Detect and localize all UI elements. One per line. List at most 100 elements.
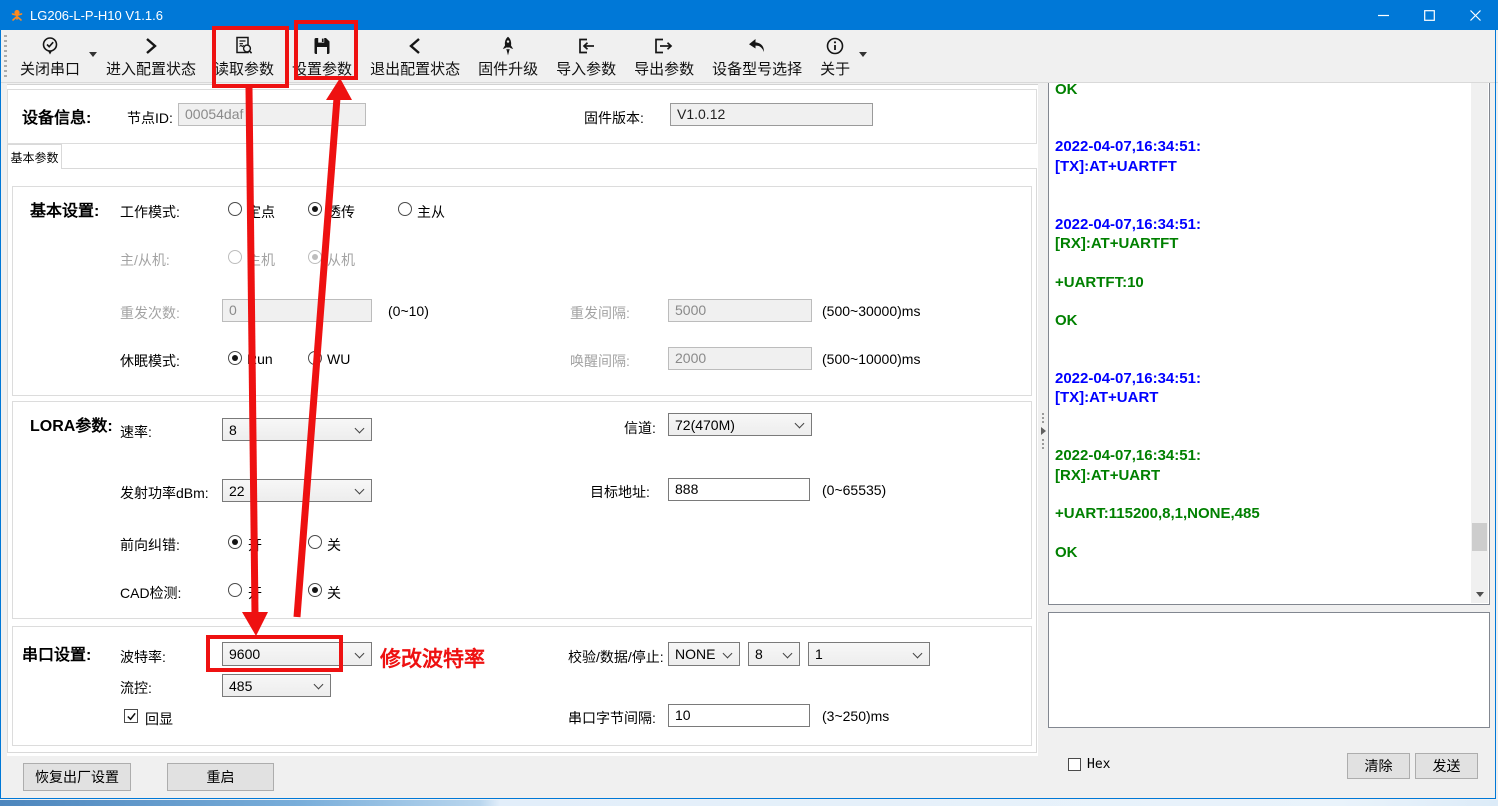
- write-params-icon: [312, 34, 332, 56]
- log-line: 2022-04-07,16:34:51:: [1055, 215, 1469, 234]
- node-id-field[interactable]: 00054daf: [178, 103, 366, 126]
- fec-label: 前向纠错:: [120, 535, 180, 555]
- chevron-down-icon: [795, 419, 805, 429]
- lora-params-title: LORA参数:: [30, 412, 113, 436]
- work-mode-radio-transparent[interactable]: [308, 202, 322, 216]
- toolbar-button-import-params[interactable]: 导入参数: [547, 30, 625, 81]
- close-button[interactable]: [1452, 0, 1498, 30]
- cad-option-label: 开: [248, 583, 262, 603]
- send-input[interactable]: [1048, 612, 1490, 728]
- toolbar-grip[interactable]: [4, 35, 7, 77]
- data-bits-select[interactable]: 8: [748, 642, 800, 666]
- log-scrollbar[interactable]: [1471, 37, 1488, 603]
- wake-interval-field[interactable]: 2000: [668, 347, 812, 370]
- basic-settings-title: 基本设置:: [30, 197, 99, 221]
- toolbar-button-device-model[interactable]: 设备型号选择: [703, 30, 811, 81]
- byte-interval-hint: (3~250)ms: [822, 708, 889, 724]
- master-slave-radio-master[interactable]: [228, 250, 242, 264]
- log-line: [1055, 253, 1469, 272]
- minimize-button[interactable]: [1360, 0, 1406, 30]
- log-line: 2022-04-07,16:34:51:: [1055, 446, 1469, 465]
- rate-select[interactable]: 8: [222, 418, 372, 441]
- check-icon: [126, 711, 137, 722]
- send-button[interactable]: 发送: [1415, 753, 1478, 779]
- work-mode-label: 工作模式:: [120, 202, 180, 222]
- collapse-arrow-icon: [1041, 427, 1046, 435]
- sleep-mode-label: 休眠模式:: [120, 351, 180, 371]
- fec-radio-off[interactable]: [308, 535, 322, 549]
- wake-interval-hint: (500~10000)ms: [822, 351, 920, 367]
- firmware-version-field[interactable]: V1.0.12: [670, 103, 873, 126]
- sleep-mode-radio-run[interactable]: [228, 351, 242, 365]
- resend-interval-field[interactable]: 5000: [668, 299, 812, 322]
- app-logo-icon: [9, 7, 25, 23]
- toolbar-label: 关闭串口: [20, 58, 80, 79]
- parity-select[interactable]: NONE: [668, 642, 740, 666]
- target-address-field[interactable]: 888: [668, 478, 810, 501]
- hex-checkbox[interactable]: [1068, 758, 1081, 771]
- resend-count-field[interactable]: 0: [222, 299, 372, 322]
- export-params-icon: [653, 34, 675, 56]
- port-status-icon: [40, 34, 60, 56]
- work-mode-option-label: 透传: [327, 202, 355, 222]
- factory-reset-button[interactable]: 恢复出厂设置: [23, 763, 131, 791]
- toolbar-button-firmware-upgrade[interactable]: 固件升级: [469, 30, 547, 81]
- cad-radio-on[interactable]: [228, 583, 242, 597]
- stop-bits-select[interactable]: 1: [808, 642, 930, 666]
- sleep-mode-option-label: WU: [327, 351, 350, 367]
- import-params-icon: [575, 34, 597, 56]
- toolbar-label: 设置参数: [292, 58, 352, 79]
- chevron-down-icon: [314, 680, 324, 690]
- hex-label: Hex: [1087, 757, 1110, 772]
- log-line: 2022-04-07,16:34:51:: [1055, 137, 1469, 156]
- scrollbar-thumb[interactable]: [1472, 523, 1487, 551]
- flow-control-label: 流控:: [120, 678, 152, 698]
- reboot-button[interactable]: 重启: [167, 763, 274, 791]
- toolbar-button-write-params[interactable]: 设置参数: [283, 30, 361, 81]
- channel-select[interactable]: 72(470M): [668, 413, 812, 436]
- tx-power-select[interactable]: 22: [222, 479, 372, 502]
- window-title: LG206-L-P-H10 V1.1.6: [30, 8, 163, 23]
- toolbar-label: 退出配置状态: [370, 58, 460, 79]
- resend-count-hint: (0~10): [388, 303, 429, 319]
- echo-checkbox[interactable]: [124, 709, 138, 723]
- work-mode-radio-master-slave[interactable]: [398, 202, 412, 216]
- panel-splitter[interactable]: [1039, 392, 1047, 470]
- flow-control-select[interactable]: 485: [222, 674, 331, 697]
- work-mode-radio-fixed[interactable]: [228, 202, 242, 216]
- log-line: [1055, 523, 1469, 542]
- maximize-button[interactable]: [1406, 0, 1452, 30]
- cad-radio-off[interactable]: [308, 583, 322, 597]
- log-line: [1055, 350, 1469, 369]
- toolbar-button-exit-config[interactable]: 退出配置状态: [361, 30, 469, 81]
- tab-label: 基本参数: [10, 149, 58, 166]
- node-id-label: 节点ID:: [127, 108, 173, 128]
- fec-radio-on[interactable]: [228, 535, 242, 549]
- toolbar-button-export-params[interactable]: 导出参数: [625, 30, 703, 81]
- log-line: [TX]:AT+UART: [1055, 388, 1469, 407]
- toolbar-button-close-port[interactable]: 关闭串口: [11, 30, 89, 81]
- log-line: [1055, 195, 1469, 214]
- toolbar-button-about[interactable]: 关于: [811, 30, 859, 81]
- log-line: [1055, 118, 1469, 137]
- sleep-mode-radio-wu[interactable]: [308, 351, 322, 365]
- about-dropdown-caret-icon[interactable]: [859, 52, 867, 57]
- work-mode-option-label: 定点: [247, 202, 275, 222]
- tab-basic-params[interactable]: 基本参数: [7, 144, 62, 169]
- chevron-down-icon: [783, 649, 793, 659]
- toolbar-button-enter-config[interactable]: 进入配置状态: [97, 30, 205, 81]
- baud-rate-select[interactable]: 9600: [222, 642, 372, 666]
- log-line: [1055, 485, 1469, 504]
- log-output[interactable]: +CAD:OFF OK 2022-04-07,16:34:51:[TX]:AT+…: [1048, 35, 1490, 605]
- chevron-down-icon: [913, 649, 923, 659]
- sleep-mode-option-label: Run: [247, 351, 273, 367]
- byte-interval-field[interactable]: 10: [668, 704, 810, 727]
- echo-label: 回显: [145, 709, 173, 729]
- master-slave-radio-slave[interactable]: [308, 250, 322, 264]
- clear-button[interactable]: 清除: [1347, 753, 1410, 779]
- resend-count-label: 重发次数:: [120, 303, 180, 323]
- toolbar-button-read-params[interactable]: 读取参数: [205, 30, 283, 81]
- port-dropdown-caret-icon[interactable]: [89, 52, 97, 57]
- scroll-down-icon[interactable]: [1471, 586, 1488, 603]
- log-line: OK: [1055, 311, 1469, 330]
